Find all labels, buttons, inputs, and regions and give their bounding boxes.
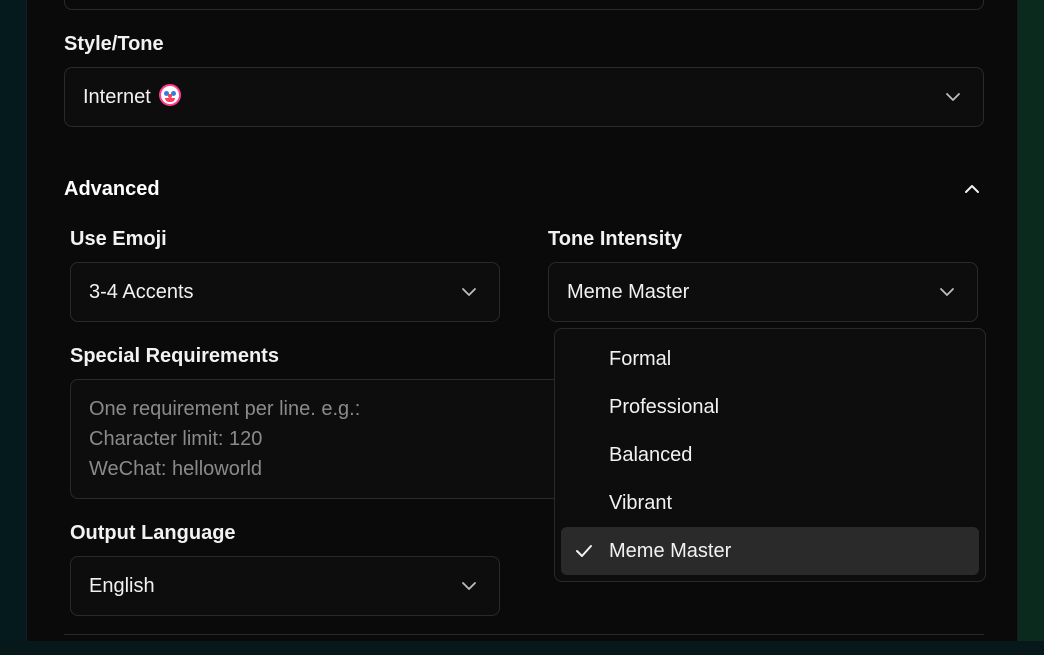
check-icon (576, 545, 592, 557)
style-tone-label: Style/Tone (64, 33, 164, 55)
next-field-edge (64, 634, 984, 655)
placeholder-line: WeChat: helloworld (89, 458, 263, 480)
advanced-section-title: Advanced (64, 178, 160, 200)
dropdown-option-vibrant[interactable]: Vibrant (561, 479, 979, 527)
chevron-up-icon[interactable] (961, 178, 983, 200)
option-label: Meme Master (609, 539, 732, 562)
output-language-value: English (89, 574, 155, 597)
special-requirements-label: Special Requirements (70, 345, 279, 367)
use-emoji-select[interactable]: 3-4 Accents (70, 262, 500, 322)
chevron-down-icon (940, 288, 954, 296)
tone-intensity-label: Tone Intensity (548, 228, 683, 250)
tone-intensity-select[interactable]: Meme Master (548, 262, 978, 322)
output-language-select[interactable]: English (70, 556, 500, 616)
clown-face-icon (158, 84, 181, 106)
style-tone-value: Internet (83, 85, 151, 108)
style-tone-select[interactable]: Internet (64, 67, 984, 127)
dropdown-option-balanced[interactable]: Balanced (561, 431, 979, 479)
option-label: Balanced (609, 443, 693, 466)
previous-field[interactable] (64, 0, 984, 10)
tone-intensity-value: Meme Master (567, 280, 690, 303)
use-emoji-value: 3-4 Accents (89, 280, 194, 303)
tone-intensity-dropdown: Formal Professional Balanced Vibrant Mem… (554, 328, 986, 582)
output-language-label: Output Language (70, 522, 236, 544)
use-emoji-label: Use Emoji (70, 228, 167, 250)
placeholder-line: One requirement per line. e.g.: (89, 398, 361, 420)
chevron-down-icon (946, 93, 960, 101)
dropdown-option-meme-master[interactable]: Meme Master (561, 527, 979, 575)
chevron-down-icon (462, 582, 476, 590)
dropdown-option-professional[interactable]: Professional (561, 383, 979, 431)
special-requirements-textarea[interactable]: One requirement per line. e.g.: Characte… (70, 379, 570, 499)
option-label: Formal (609, 347, 672, 370)
option-label: Vibrant (609, 491, 673, 514)
chevron-down-icon (462, 288, 476, 296)
dropdown-option-formal[interactable]: Formal (561, 335, 979, 383)
option-label: Professional (609, 395, 720, 418)
placeholder-line: Character limit: 120 (89, 428, 263, 450)
settings-panel: Style/Tone Internet Advanced Use Emoji 3… (26, 0, 1018, 641)
